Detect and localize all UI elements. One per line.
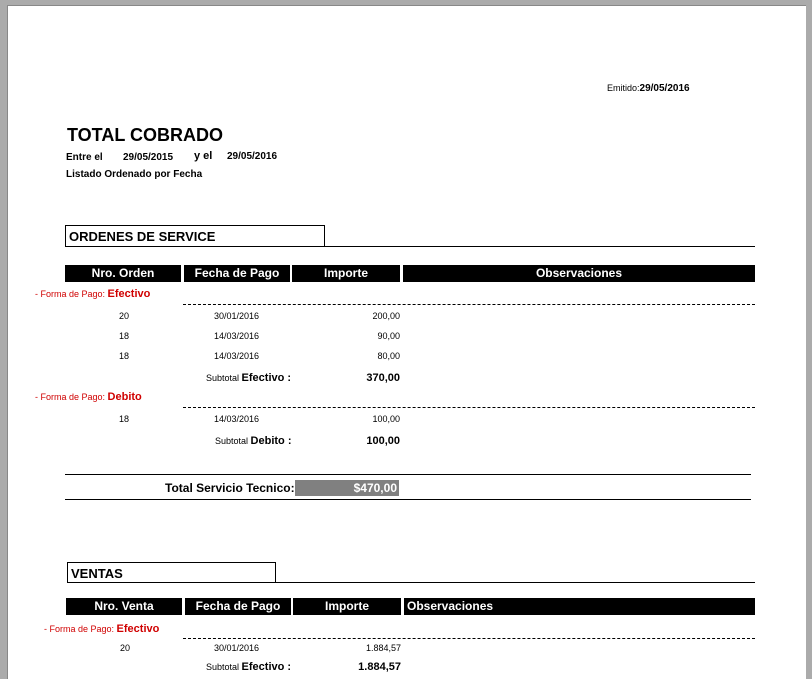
emitido-value: 29/05/2016 xyxy=(639,83,690,94)
report-title: TOTAL COBRADO xyxy=(67,125,223,145)
service-subtotal-efectivo-value: 370,00 xyxy=(366,372,400,384)
payment-method-name: Debito xyxy=(107,391,142,403)
payment-method-prefix: - Forma de Pago: xyxy=(44,624,115,634)
payment-method-name: Efectivo xyxy=(107,288,151,300)
service-row-importe: 90,00 xyxy=(377,331,400,341)
y-el-label: y el xyxy=(194,150,213,162)
ventas-row-nro: 20 xyxy=(120,643,131,653)
service-payment-method-efectivo: - Forma de Pago: Efectivo xyxy=(35,288,150,300)
service-section-title: ORDENES DE SERVICE xyxy=(65,225,325,246)
dashed-divider xyxy=(183,407,755,408)
ventas-header-fecha: Fecha de Pago xyxy=(185,598,291,615)
service-header-nro: Nro. Orden xyxy=(65,265,181,282)
entre-label: Entre el xyxy=(66,152,103,163)
subtotal-name: Debito : xyxy=(250,435,292,447)
service-header-fecha: Fecha de Pago xyxy=(184,265,290,282)
ventas-row-fecha: 30/01/2016 xyxy=(214,643,260,653)
service-row-fecha: 14/03/2016 xyxy=(214,331,260,341)
service-header-importe: Importe xyxy=(292,265,400,282)
service-row-fecha: 14/03/2016 xyxy=(214,351,260,361)
service-section-rule xyxy=(65,246,755,247)
subtotal-label: Subtotal xyxy=(206,662,240,672)
service-row-nro: 18 xyxy=(119,351,130,361)
service-row-fecha: 30/01/2016 xyxy=(214,311,260,321)
service-subtotal-efectivo-label: Subtotal Efectivo : xyxy=(206,372,291,384)
order-note: Listado Ordenado por Fecha xyxy=(66,169,203,180)
date-from: 29/05/2015 xyxy=(123,152,174,163)
service-subtotal-debito-value: 100,00 xyxy=(366,435,400,447)
service-subtotal-debito-label: Subtotal Debito : xyxy=(215,435,292,447)
emitido-label: Emitido: xyxy=(607,83,640,93)
service-row-importe: 200,00 xyxy=(372,311,400,321)
ventas-header-observaciones: Observaciones xyxy=(404,598,755,615)
total-service-value: $470,00 xyxy=(295,480,399,496)
report-page: Emitido:29/05/2016 TOTAL COBRADO Entre e… xyxy=(7,5,806,679)
ventas-section-rule xyxy=(67,582,755,583)
service-row-fecha: 14/03/2016 xyxy=(214,414,260,424)
ventas-payment-method-efectivo: - Forma de Pago: Efectivo xyxy=(44,623,159,635)
subtotal-label: Subtotal xyxy=(206,373,240,383)
service-row-nro: 20 xyxy=(119,311,130,321)
service-row-importe: 100,00 xyxy=(372,414,400,424)
subtotal-name: Efectivo : xyxy=(241,661,292,673)
ventas-subtotal-efectivo-label: Subtotal Efectivo : xyxy=(206,661,291,673)
ventas-header-importe: Importe xyxy=(293,598,401,615)
service-row-nro: 18 xyxy=(119,331,130,341)
payment-method-name: Efectivo xyxy=(116,623,160,635)
total-top-rule xyxy=(65,474,751,475)
date-to: 29/05/2016 xyxy=(227,151,278,162)
service-header-observaciones: Observaciones xyxy=(403,265,755,282)
total-service-label: Total Servicio Tecnico: xyxy=(165,481,295,495)
ventas-section-title: VENTAS xyxy=(67,562,276,583)
total-bottom-rule xyxy=(65,499,751,500)
ventas-subtotal-efectivo-value: 1.884,57 xyxy=(358,661,401,673)
emitido-line: Emitido:29/05/2016 xyxy=(607,83,690,94)
payment-method-prefix: - Forma de Pago: xyxy=(35,392,106,402)
service-payment-method-debito: - Forma de Pago: Debito xyxy=(35,391,142,403)
subtotal-name: Efectivo : xyxy=(241,372,292,384)
ventas-header-nro: Nro. Venta xyxy=(66,598,182,615)
service-row-nro: 18 xyxy=(119,414,130,424)
service-row-importe: 80,00 xyxy=(377,351,400,361)
dashed-divider xyxy=(183,304,755,305)
ventas-row-importe: 1.884,57 xyxy=(365,643,401,653)
payment-method-prefix: - Forma de Pago: xyxy=(35,289,106,299)
subtotal-label: Subtotal xyxy=(215,436,249,446)
dashed-divider xyxy=(183,638,755,639)
